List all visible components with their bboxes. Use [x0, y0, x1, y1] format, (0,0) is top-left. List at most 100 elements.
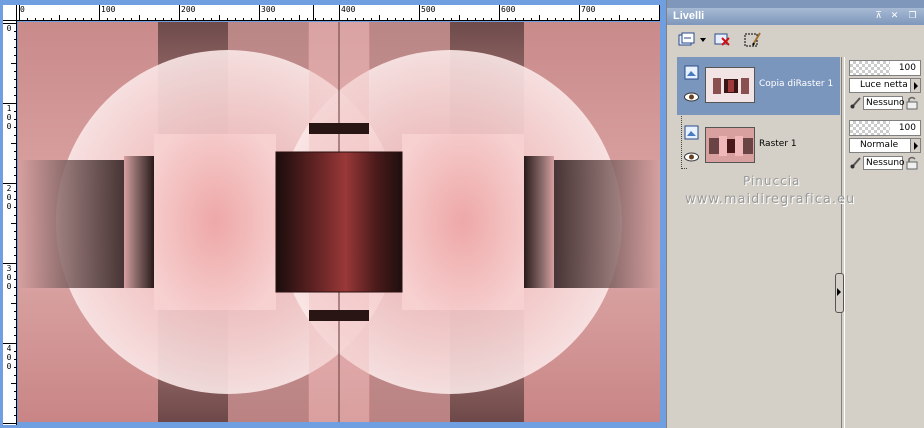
ruler-label: 0 — [6, 193, 12, 202]
artwork — [18, 22, 660, 422]
ruler-tick — [14, 367, 16, 368]
ruler-tick — [14, 159, 16, 160]
close-icon[interactable]: ✕ — [889, 11, 900, 22]
ruler-tick — [14, 31, 16, 32]
ruler-tick — [595, 18, 596, 20]
watermark-url: www.maidiregrafica.eu — [685, 192, 856, 207]
palette-top-strip — [667, 0, 924, 8]
ruler-tick — [43, 18, 44, 20]
ruler-corner — [3, 5, 17, 21]
ruler-label: 0 — [6, 273, 12, 282]
new-layer-button[interactable] — [675, 29, 699, 51]
palette-splitter[interactable] — [841, 57, 845, 428]
blend-mode-select[interactable]: Normale — [849, 138, 921, 153]
group-select[interactable]: Nessuno — [863, 96, 905, 110]
collapse-properties-button[interactable] — [835, 273, 844, 313]
ruler-label: 3 — [6, 264, 12, 273]
ruler-label: 400 — [341, 5, 356, 14]
ruler-tick — [515, 18, 516, 20]
ruler-label: 500 — [421, 5, 436, 14]
restore-icon[interactable]: ❐ — [907, 11, 918, 22]
layer-properties-copia-raster-1: 100 Luce netta Nessuno — [847, 58, 923, 114]
group-select[interactable]: Nessuno — [863, 156, 905, 170]
ruler-tick — [147, 18, 148, 20]
ruler-tick — [427, 18, 428, 20]
edit-selection-button[interactable] — [741, 29, 765, 51]
ruler-tick — [14, 287, 16, 288]
ruler-tick — [14, 375, 16, 376]
blend-mode-arrow-button[interactable] — [910, 139, 920, 152]
ruler-tick — [483, 18, 484, 20]
palette-titlebar[interactable]: Livelli ⊼ ✕ ❐ — [667, 8, 924, 25]
ruler-tick — [323, 18, 324, 20]
raster-layer-icon — [684, 65, 699, 80]
ruler-tick — [14, 311, 16, 312]
opacity-slider[interactable]: 100 — [849, 60, 921, 76]
ruler-tick — [14, 359, 16, 360]
ruler-tick — [14, 127, 16, 128]
ruler-tick — [14, 71, 16, 72]
ruler-tick — [14, 151, 16, 152]
layer-row-raster-1[interactable]: Raster 1 — [677, 117, 840, 175]
blend-mode-arrow-button[interactable] — [910, 79, 920, 92]
ruler-tick — [131, 18, 132, 20]
pin-icon[interactable]: ⊼ — [873, 11, 884, 22]
layer-thumbnail — [705, 127, 755, 163]
ruler-tick — [83, 18, 84, 20]
ruler-tick — [11, 63, 16, 64]
ruler-tick — [11, 303, 16, 304]
delete-layer-button[interactable] — [711, 29, 735, 51]
ruler-tick — [451, 18, 452, 20]
ruler-tick — [187, 18, 188, 20]
new-layer-dropdown[interactable] — [699, 29, 707, 51]
ruler-label: 600 — [501, 5, 516, 14]
ruler-tick — [331, 18, 332, 20]
ruler-tick — [651, 18, 652, 20]
watermark-author: Pinuccia — [743, 174, 801, 188]
lock-icon[interactable] — [905, 96, 919, 110]
ruler-tick — [115, 18, 116, 20]
ruler-tick — [283, 18, 284, 20]
horizontal-ruler: 0 100 200 300 400 500 600 700 — [17, 5, 660, 21]
ruler-tick — [59, 15, 60, 20]
ruler-tick — [211, 18, 212, 20]
visibility-eye-icon[interactable] — [684, 152, 699, 162]
ruler-label: 0 — [6, 353, 12, 362]
group-label: Nessuno — [866, 98, 905, 108]
ruler-tick — [339, 5, 340, 20]
vertical-ruler: 0 1 0 0 2 0 0 3 0 0 4 0 0 — [3, 21, 17, 425]
ruler-tick — [91, 18, 92, 20]
blend-mode-select[interactable]: Luce netta — [849, 78, 921, 93]
chevron-right-icon — [914, 142, 918, 150]
ruler-label: 2 — [6, 184, 12, 193]
ruler-tick — [14, 79, 16, 80]
ruler-label: 0 — [6, 24, 12, 33]
ruler-tick — [139, 15, 140, 20]
brush-icon — [850, 97, 861, 109]
ruler-tick — [14, 231, 16, 232]
lock-icon[interactable] — [905, 156, 919, 170]
ruler-label: 0 — [6, 113, 12, 122]
ruler-tick — [547, 18, 548, 20]
ruler-tick — [123, 18, 124, 20]
layer-thumbnail — [705, 67, 755, 103]
ruler-tick — [14, 335, 16, 336]
dropdown-arrow-icon — [699, 38, 706, 42]
ruler-tick — [155, 18, 156, 20]
ruler-tick — [499, 5, 500, 20]
ruler-tick — [507, 18, 508, 20]
ruler-tick — [14, 207, 16, 208]
visibility-eye-icon[interactable] — [684, 92, 699, 102]
ruler-tick — [11, 383, 16, 384]
layer-row-copia-raster-1[interactable]: Copia diRaster 1 — [677, 57, 840, 115]
opacity-slider[interactable]: 100 — [849, 120, 921, 136]
ruler-label: 1 — [6, 104, 12, 113]
ruler-tick — [627, 18, 628, 20]
ruler-tick — [387, 18, 388, 20]
ruler-tick — [491, 18, 492, 20]
ruler-tick — [587, 18, 588, 20]
chevron-right-icon — [914, 82, 918, 90]
ruler-tick — [443, 18, 444, 20]
ruler-tick — [14, 391, 16, 392]
image-canvas[interactable] — [18, 22, 660, 422]
